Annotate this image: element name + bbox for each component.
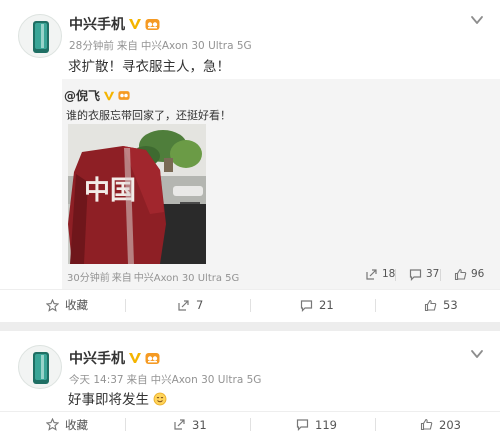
level-badge-icon <box>145 18 160 30</box>
repost-button[interactable]: 31 <box>173 412 207 436</box>
comment-icon <box>409 268 422 281</box>
level-badge-icon <box>145 352 160 364</box>
repost-repost-count[interactable]: 18 <box>365 264 395 284</box>
source-prefix: 来自 <box>116 40 138 52</box>
post-time[interactable]: 今天 14:37 <box>69 374 124 386</box>
star-icon <box>46 298 59 312</box>
post-text: 求扩散！寻衣服主人，急！ <box>68 59 230 75</box>
comment-button[interactable]: 21 <box>300 290 334 320</box>
red-china-jacket-photo[interactable]: 中国 <box>68 124 206 264</box>
post-source[interactable]: 中兴Axon 30 Ultra 5G <box>151 374 262 386</box>
comment-icon <box>300 299 313 312</box>
repost-icon <box>178 299 189 311</box>
action-bar: 收藏 31 119 203 <box>0 411 500 436</box>
post-meta: 今天 14:37 来自 中兴Axon 30 Ultra 5G <box>69 372 264 387</box>
chevron-down-icon[interactable] <box>469 12 485 28</box>
repost-text: 谁的衣服忘带回家了，还挺好看！ <box>66 109 231 122</box>
comment-button[interactable]: 119 <box>296 412 337 436</box>
weibo-post-card: 中兴手机 今天 14:37 来自 中兴Axon 30 Ultra 5G 好事即将发生 <box>0 331 500 436</box>
repost-icon <box>366 268 377 280</box>
repost-author-name[interactable]: @倪飞 <box>64 87 100 104</box>
verified-v-icon <box>103 91 115 100</box>
repost-button[interactable]: 7 <box>177 290 203 320</box>
post-time[interactable]: 28分钟前 <box>69 40 114 52</box>
repost-comment-count[interactable]: 37 <box>409 264 439 284</box>
author-name[interactable]: 中兴手机 <box>69 348 125 368</box>
source-prefix: 来自 <box>126 374 148 386</box>
verified-v-icon <box>129 19 141 29</box>
avatar[interactable] <box>18 345 62 389</box>
weibo-post-card: 中兴手机 28分钟前 来自 中兴Axon 30 Ultra 5G 求扩散！寻衣服主人… <box>0 0 500 322</box>
chevron-down-icon[interactable] <box>469 346 485 362</box>
repost-source[interactable]: 中兴Axon 30 Ultra 5G <box>134 273 240 284</box>
verified-v-icon <box>129 353 141 363</box>
action-bar: 收藏 7 21 53 <box>0 289 500 319</box>
comment-icon <box>296 419 309 431</box>
thumbs-up-icon <box>454 268 467 280</box>
like-button[interactable]: 53 <box>424 290 458 320</box>
repost-time[interactable]: 30分钟前 <box>67 273 110 284</box>
author-name[interactable]: 中兴手机 <box>69 14 125 34</box>
repost-block[interactable]: @倪飞 谁的衣服忘带回家了，还挺好看！ 中国 30分钟前 来自 中兴Axon 3… <box>62 79 500 289</box>
like-button[interactable]: 203 <box>420 412 461 436</box>
thumbs-up-icon <box>424 299 437 311</box>
avatar[interactable] <box>18 14 62 58</box>
favorite-button[interactable]: 收藏 <box>46 290 88 320</box>
post-text: 好事即将发生 <box>68 388 167 408</box>
repost-icon <box>174 419 185 430</box>
repost-like-count[interactable]: 96 <box>454 264 484 284</box>
star-icon <box>46 418 59 431</box>
post-source[interactable]: 中兴Axon 30 Ultra 5G <box>141 40 252 52</box>
thumbs-up-icon <box>420 418 433 431</box>
favorite-button[interactable]: 收藏 <box>46 412 88 436</box>
level-badge-icon <box>118 91 130 100</box>
source-prefix: 来自 <box>111 273 132 284</box>
post-meta: 28分钟前 来自 中兴Axon 30 Ultra 5G <box>69 38 255 53</box>
smiling-face-emoji <box>153 392 167 406</box>
repost-meta: 30分钟前 来自 中兴Axon 30 Ultra 5G <box>67 269 241 284</box>
